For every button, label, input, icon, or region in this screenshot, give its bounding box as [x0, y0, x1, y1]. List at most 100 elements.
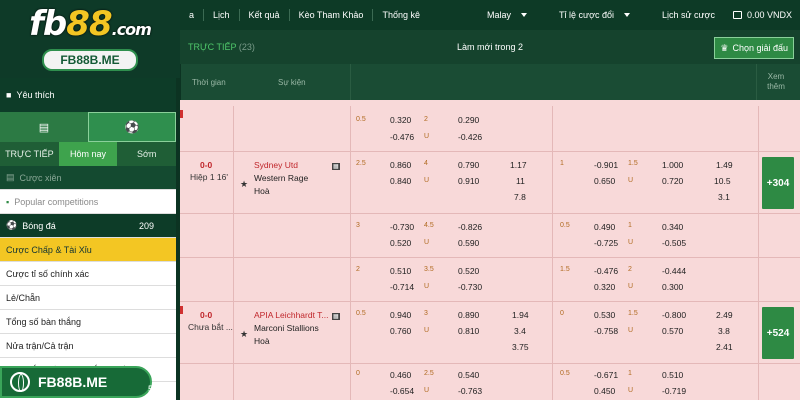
odds-cell[interactable]: 0.860 — [390, 160, 411, 170]
odds-region-select[interactable]: Malay — [473, 10, 541, 20]
away-team[interactable]: Western Rage — [254, 173, 308, 183]
odds-cell[interactable]: -0.725 — [594, 238, 618, 248]
odds-cell[interactable]: 0.840 — [390, 176, 411, 186]
odds-cell[interactable]: -0.763 — [458, 386, 482, 396]
odds-cell[interactable]: 7.8 — [514, 192, 526, 202]
more-markets-button[interactable]: +304 — [762, 157, 794, 209]
odds-cell[interactable]: 0.910 — [458, 176, 479, 186]
odds-cell[interactable]: 2.41 — [716, 342, 733, 352]
sidebar-item-half-full[interactable]: Nửa trận/Cả trận — [0, 334, 176, 358]
nav-item-partial[interactable]: a — [180, 9, 205, 21]
odds-cell[interactable]: 0.300 — [662, 282, 683, 292]
odds-cell[interactable]: 0.460 — [390, 370, 411, 380]
odds-cell[interactable]: 0.760 — [390, 326, 411, 336]
odds-cell[interactable]: -0.901 — [594, 160, 618, 170]
sidebar-item-total-goals[interactable]: Tổng số bàn thắng — [0, 310, 176, 334]
odds-cell[interactable]: -0.476 — [594, 266, 618, 276]
under-marker: U — [628, 387, 634, 394]
balance-value: 0.00 VNDX — [746, 10, 792, 20]
odds-cell[interactable]: 0.810 — [458, 326, 479, 336]
bet-history-link[interactable]: Lịch sử cược — [648, 10, 729, 20]
nav-item-reference-odds[interactable]: Kèo Tham Khảo — [290, 9, 374, 21]
tab-early[interactable]: Sớm — [117, 142, 176, 166]
odds-cell[interactable]: 0.320 — [390, 115, 411, 125]
sidebar-item-odd-even[interactable]: Lẻ/Chẵn — [0, 286, 176, 310]
odds-cell[interactable]: 0.940 — [390, 310, 411, 320]
odds-cell[interactable]: 0.720 — [662, 176, 683, 186]
under-marker: U — [424, 387, 430, 394]
odds-cell[interactable]: -0.719 — [662, 386, 686, 396]
refresh-countdown[interactable]: Làm mới trong 2 — [180, 42, 800, 52]
odds-cell[interactable]: 0.790 — [458, 160, 479, 170]
odds-cell[interactable]: 0.650 — [594, 176, 615, 186]
odds-cell[interactable]: 0.520 — [390, 238, 411, 248]
nav-item-results[interactable]: Kết quả — [240, 9, 290, 21]
odds-cell[interactable]: -0.505 — [662, 238, 686, 248]
odds-cell[interactable]: 0.510 — [662, 370, 683, 380]
pick-league-button[interactable]: ♛ Chọn giải đấu — [714, 37, 794, 59]
away-team[interactable]: Marconi Stallions — [254, 323, 319, 333]
favorites-item[interactable]: ■ Yêu thích — [0, 78, 176, 112]
odds-cell[interactable]: 3.4 — [514, 326, 526, 336]
odds-cell[interactable]: 0.450 — [594, 386, 615, 396]
handicap-line: 2.5 — [356, 160, 366, 167]
odds-cell[interactable]: 0.290 — [458, 115, 479, 125]
sidebar-item-handicap-ou[interactable]: Cược Chấp & Tài Xỉu — [0, 238, 176, 262]
odds-cell[interactable]: 0.590 — [458, 238, 479, 248]
nav-item-statistics[interactable]: Thống kê — [373, 9, 429, 21]
home-team[interactable]: Sydney Utd — [254, 160, 298, 170]
odds-cell[interactable]: -0.730 — [390, 222, 414, 232]
odds-cell[interactable]: 0.520 — [458, 266, 479, 276]
odds-cell[interactable]: 11 — [516, 176, 525, 186]
football-view-button[interactable]: ⚽ — [88, 112, 176, 142]
odds-cell[interactable]: -0.758 — [594, 326, 618, 336]
odds-cell[interactable]: 0.570 — [662, 326, 683, 336]
nav-item-schedule[interactable]: Lịch — [204, 9, 240, 21]
wallet-balance[interactable]: 0.00 VNDX — [732, 10, 800, 20]
odds-cell[interactable]: -0.426 — [458, 132, 482, 142]
odds-cell[interactable]: 0.320 — [594, 282, 615, 292]
star-icon[interactable]: ★ — [240, 329, 248, 340]
stats-icon[interactable]: ▦ — [332, 160, 340, 170]
ou-line: 1.5 — [628, 160, 638, 167]
odds-cell[interactable]: 2.49 — [716, 310, 733, 320]
sidebar-item-popular[interactable]: ▪ Popular competitions — [0, 190, 176, 214]
site-domain-banner[interactable]: FB88B.ME — [0, 366, 152, 398]
odds-cell[interactable]: 1.17 — [510, 160, 527, 170]
site-logo[interactable]: fb88.com FB88B.ME — [0, 0, 180, 78]
more-markets-button[interactable]: +524 — [762, 307, 794, 359]
odds-cell[interactable]: -0.826 — [458, 222, 482, 232]
list-view-button[interactable]: ▤ — [0, 112, 88, 142]
odds-cell[interactable]: -0.800 — [662, 310, 686, 320]
match-score: 0-0 — [200, 310, 213, 320]
odds-cell[interactable]: -0.476 — [390, 132, 414, 142]
odds-cell[interactable]: -0.654 — [390, 386, 414, 396]
odds-cell[interactable]: 3.75 — [512, 342, 529, 352]
odds-cell[interactable]: 3.8 — [718, 326, 730, 336]
ou-line: 1 — [628, 222, 632, 229]
home-team[interactable]: APIA Leichhardt T... — [254, 310, 329, 320]
odds-cell[interactable]: 0.340 — [662, 222, 683, 232]
odds-cell[interactable]: -0.671 — [594, 370, 618, 380]
odds-cell[interactable]: 0.490 — [594, 222, 615, 232]
sidebar-item-football[interactable]: ⚽ Bóng đá 209 — [0, 214, 176, 238]
odds-cell[interactable]: 1.000 — [662, 160, 683, 170]
odds-cell[interactable]: 0.890 — [458, 310, 479, 320]
odds-cell[interactable]: -0.730 — [458, 282, 482, 292]
odds-cell[interactable]: 0.510 — [390, 266, 411, 276]
tab-today[interactable]: Hôm nay — [58, 142, 118, 166]
sidebar-item-parlay[interactable]: ▤ Cược xiên — [0, 166, 176, 190]
odds-cell[interactable]: 10.5 — [714, 176, 731, 186]
odds-cell[interactable]: -0.714 — [390, 282, 414, 292]
odds-cell[interactable]: 3.1 — [718, 192, 730, 202]
star-icon[interactable]: ★ — [240, 179, 248, 190]
odds-cell[interactable]: 1.49 — [716, 160, 733, 170]
odds-cell[interactable]: -0.444 — [662, 266, 686, 276]
odds-cell[interactable]: 0.540 — [458, 370, 479, 380]
odds-cell[interactable]: 0.530 — [594, 310, 615, 320]
tab-live[interactable]: TRỰC TIẾP — [0, 142, 59, 166]
odds-cell[interactable]: 1.94 — [512, 310, 529, 320]
sidebar-item-correct-score[interactable]: Cược tỉ số chính xác — [0, 262, 176, 286]
stats-icon[interactable]: ▦ — [332, 310, 340, 320]
odds-change-select[interactable]: Tỉ lệ cược đổi — [545, 10, 644, 20]
